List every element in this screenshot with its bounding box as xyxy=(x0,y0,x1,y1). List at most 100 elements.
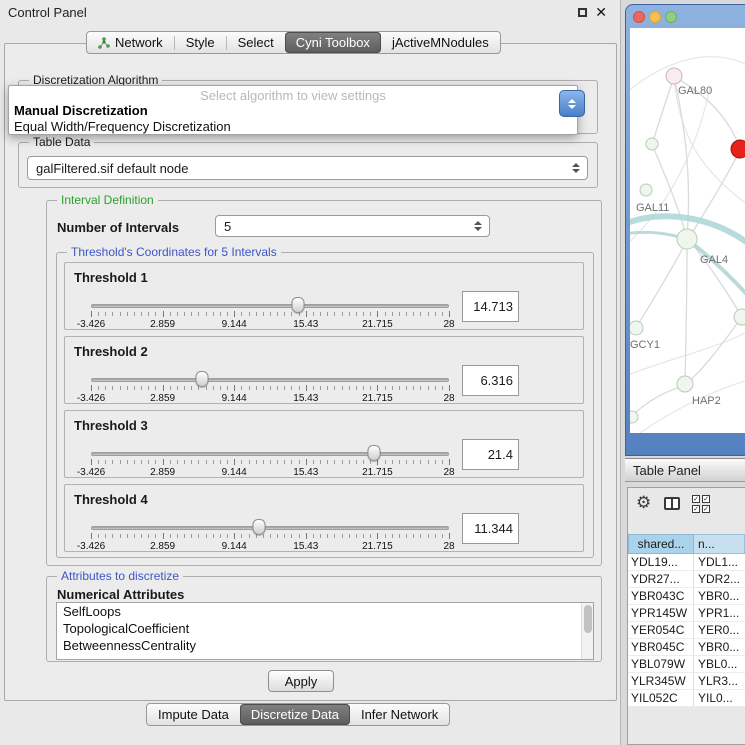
window-close-traffic-icon[interactable] xyxy=(633,11,645,23)
threshold-value-field[interactable]: 14.713 xyxy=(462,291,519,322)
slider-thumb[interactable] xyxy=(253,519,266,535)
table-cell[interactable]: YDL1... xyxy=(694,554,745,570)
list-item[interactable]: BetweennessCentrality xyxy=(57,637,593,654)
network-node-hap2[interactable] xyxy=(677,376,693,392)
window-zoom-traffic-icon[interactable] xyxy=(665,11,677,23)
slider-thumb[interactable] xyxy=(367,445,380,461)
network-node-gal4[interactable] xyxy=(677,229,697,249)
slider-scale-label: 2.859 xyxy=(150,541,175,552)
network-node-selected[interactable] xyxy=(731,140,745,158)
scrollbar[interactable] xyxy=(581,603,593,659)
table-row[interactable]: YDL19...YDL1... xyxy=(628,554,745,571)
table-row[interactable]: YBR045CYBR0... xyxy=(628,639,745,656)
table-row[interactable]: YBR043CYBR0... xyxy=(628,588,745,605)
table-cell[interactable]: YPR1... xyxy=(694,605,745,621)
tab-select[interactable]: Select xyxy=(227,32,285,53)
slider-tick xyxy=(334,534,335,538)
table-row[interactable]: YLR345WYLR3... xyxy=(628,673,745,690)
slider-thumb[interactable] xyxy=(291,297,304,313)
network-node[interactable] xyxy=(734,309,745,325)
slider-track[interactable] xyxy=(91,452,449,456)
table-cell[interactable]: YDL19... xyxy=(628,554,694,570)
column-header-shared-name[interactable]: shared... xyxy=(628,534,694,554)
select-columns-icon[interactable]: ✓ ✓ ✓ ✓ xyxy=(692,495,714,514)
number-of-intervals-combobox[interactable]: 5 xyxy=(215,215,490,237)
network-node-gal11[interactable] xyxy=(640,184,652,196)
table-cell[interactable]: YIL052C xyxy=(628,690,694,706)
table-data-combobox[interactable]: galFiltered.sif default node xyxy=(27,156,588,180)
slider-track[interactable] xyxy=(91,304,449,308)
slider-tick xyxy=(277,386,278,390)
apply-button[interactable]: Apply xyxy=(268,670,334,692)
columns-icon[interactable] xyxy=(664,497,680,510)
slider-tick xyxy=(377,385,378,391)
threshold-4-slider[interactable]: -3.4262.8599.14415.4321.71528 xyxy=(91,519,449,551)
dropdown-option-equal-width-frequency[interactable]: Equal Width/Frequency Discretization xyxy=(14,119,231,134)
dropdown-option-manual-discretization[interactable]: Manual Discretization xyxy=(14,103,148,118)
table-cell[interactable]: YBL079W xyxy=(628,656,694,672)
threshold-2-slider[interactable]: -3.4262.8599.14415.4321.71528 xyxy=(91,371,449,403)
network-node-gcy1[interactable] xyxy=(630,321,643,335)
window-minimize-traffic-icon[interactable] xyxy=(649,11,661,23)
network-view-window[interactable]: GAL80GAL11GAL4GCY1HAP2 xyxy=(625,4,745,456)
slider-track[interactable] xyxy=(91,526,449,530)
slider-tick xyxy=(334,460,335,464)
list-item[interactable]: TopologicalCoefficient xyxy=(57,620,593,637)
float-window-icon[interactable] xyxy=(578,8,587,17)
table-cell[interactable]: YBR0... xyxy=(694,639,745,655)
list-item[interactable]: SelfLoops xyxy=(57,603,593,620)
table-cell[interactable]: YBR043C xyxy=(628,588,694,604)
threshold-3-slider[interactable]: -3.4262.8599.14415.4321.71528 xyxy=(91,445,449,477)
slider-tick xyxy=(349,460,350,464)
slider-tick xyxy=(435,534,436,538)
slider-tick xyxy=(406,312,407,316)
tab-cyni-toolbox[interactable]: Cyni Toolbox xyxy=(285,32,381,53)
close-icon[interactable]: ✕ xyxy=(595,4,607,21)
table-cell[interactable]: YDR2... xyxy=(694,571,745,587)
slider-thumb[interactable] xyxy=(195,371,208,387)
table-cell[interactable]: YIL0... xyxy=(694,690,745,706)
tab-discretize-data[interactable]: Discretize Data xyxy=(240,704,350,725)
table-cell[interactable]: YBR0... xyxy=(694,588,745,604)
column-header-name[interactable]: n... xyxy=(694,534,745,554)
gear-icon[interactable]: ⚙ xyxy=(636,493,651,513)
table-cell[interactable]: YLR3... xyxy=(694,673,745,689)
table-row[interactable]: YER054CYER0... xyxy=(628,622,745,639)
threshold-value-field[interactable]: 11.344 xyxy=(462,513,519,544)
algorithm-combobox-stepper[interactable] xyxy=(559,90,585,117)
threshold-value-field[interactable]: 6.316 xyxy=(462,365,519,396)
tab-network[interactable]: Network xyxy=(87,32,174,53)
table-cell[interactable]: YDR27... xyxy=(628,571,694,587)
table-cell[interactable]: YER0... xyxy=(694,622,745,638)
table-row[interactable]: YPR145WYPR1... xyxy=(628,605,745,622)
table-cell[interactable]: YER054C xyxy=(628,622,694,638)
table-row[interactable]: YIL052CYIL0... xyxy=(628,690,745,707)
table-cell[interactable]: YPR145W xyxy=(628,605,694,621)
network-node[interactable] xyxy=(646,138,658,150)
table-cell[interactable]: YLR345W xyxy=(628,673,694,689)
table-row[interactable]: YDR27...YDR2... xyxy=(628,571,745,588)
tab-style[interactable]: Style xyxy=(175,32,226,53)
threshold-value-field[interactable]: 21.4 xyxy=(462,439,519,470)
dropdown-placeholder: Select algorithm to view settings xyxy=(9,88,577,103)
table-cell[interactable]: YBR045C xyxy=(628,639,694,655)
slider-tick xyxy=(313,534,314,538)
table-row[interactable]: YBL079WYBL0... xyxy=(628,656,745,673)
slider-tick xyxy=(177,534,178,538)
panel-title: Table Panel xyxy=(625,463,701,478)
node-label: HAP2 xyxy=(692,395,721,407)
table-cell[interactable]: YBL0... xyxy=(694,656,745,672)
tab-infer-network[interactable]: Infer Network xyxy=(350,704,449,725)
tab-impute-data[interactable]: Impute Data xyxy=(147,704,240,725)
number-of-intervals-label: Number of Intervals xyxy=(57,220,179,235)
network-node-gal80[interactable] xyxy=(666,68,682,84)
scrollbar-thumb[interactable] xyxy=(584,605,592,633)
network-node[interactable] xyxy=(630,411,638,423)
numerical-attributes-list[interactable]: SelfLoopsTopologicalCoefficientBetweenne… xyxy=(56,602,594,660)
tab-jactivemnodules[interactable]: jActiveMNodules xyxy=(381,32,500,53)
slider-tick xyxy=(112,386,113,390)
slider-track[interactable] xyxy=(91,378,449,382)
network-canvas[interactable]: GAL80GAL11GAL4GCY1HAP2 xyxy=(630,28,745,433)
threshold-1-slider[interactable]: -3.4262.8599.14415.4321.71528 xyxy=(91,297,449,329)
slider-tick xyxy=(249,534,250,538)
